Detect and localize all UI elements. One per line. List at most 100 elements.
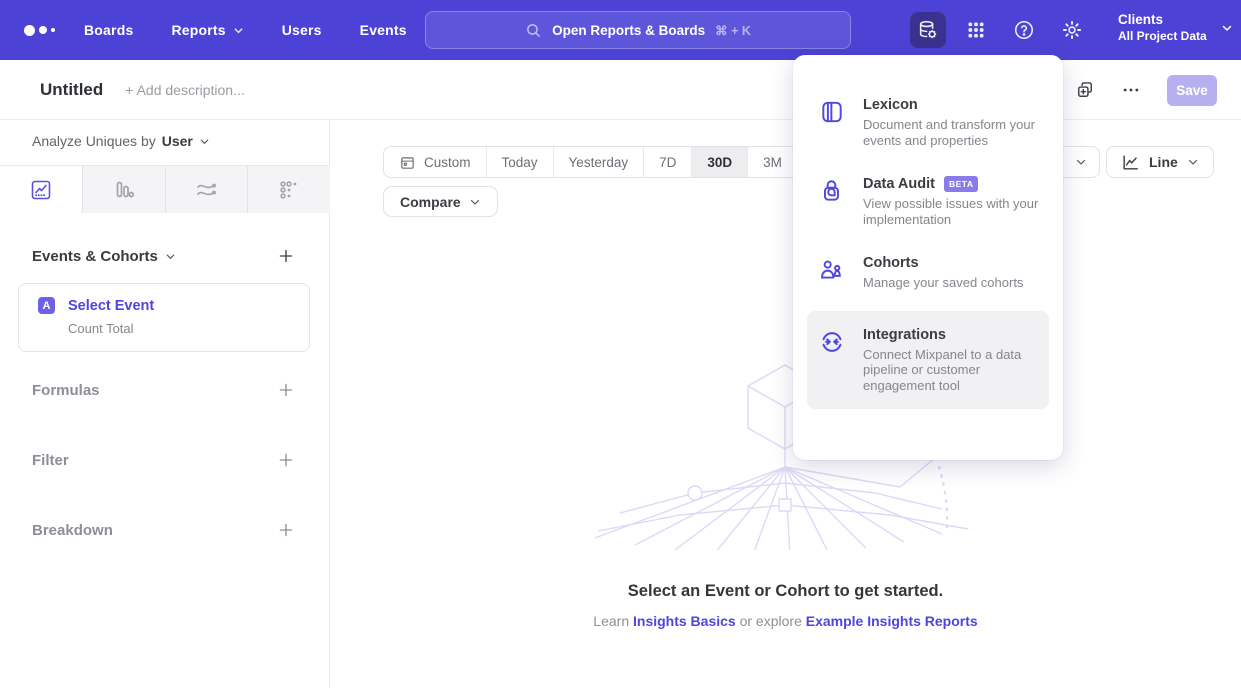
beta-badge: BETA xyxy=(944,176,979,192)
chevron-down-icon xyxy=(233,25,244,36)
cohorts-icon xyxy=(819,257,845,283)
top-navbar: Boards Reports Users Events Open Reports… xyxy=(0,0,1241,60)
menu-item-integrations[interactable]: Integrations Connect Mixpanel to a data … xyxy=(807,311,1049,410)
analyze-value[interactable]: User xyxy=(162,133,193,149)
menu-item-data-audit[interactable]: Data Audit BETA View possible issues wit… xyxy=(793,162,1063,241)
search-icon xyxy=(525,22,542,39)
mixpanel-logo[interactable] xyxy=(24,25,70,36)
date-range-7d[interactable]: 7D xyxy=(644,147,692,177)
gear-icon xyxy=(1061,19,1083,41)
date-range-30d[interactable]: 30D xyxy=(692,147,748,177)
events-cohorts-section: Events & Cohorts xyxy=(32,247,295,265)
menu-item-title: Lexicon xyxy=(863,97,918,113)
chevron-down-icon xyxy=(165,251,176,262)
chevron-down-icon xyxy=(469,196,481,208)
nav-item-users[interactable]: Users xyxy=(282,22,322,38)
event-card[interactable]: A Select Event Count Total xyxy=(18,283,310,352)
menu-item-title: Cohorts xyxy=(863,255,919,271)
example-insights-reports-link[interactable]: Example Insights Reports xyxy=(806,613,978,629)
breakdown-section: Breakdown xyxy=(32,521,295,539)
viz-tab-flow[interactable] xyxy=(166,166,249,213)
help-icon xyxy=(1013,19,1035,41)
apps-grid-icon xyxy=(966,20,986,40)
apps-grid-button[interactable] xyxy=(958,12,994,48)
calendar-icon xyxy=(399,154,416,171)
breakdown-label: Breakdown xyxy=(32,522,113,539)
add-filter-button[interactable] xyxy=(277,451,295,469)
chevron-down-icon xyxy=(1221,22,1233,34)
save-button[interactable]: Save xyxy=(1167,75,1217,106)
report-description-placeholder[interactable]: + Add description... xyxy=(125,82,244,98)
chevron-down-icon xyxy=(1075,156,1087,168)
viz-tab-grid-dots[interactable] xyxy=(248,166,330,213)
nav-item-reports[interactable]: Reports xyxy=(171,22,243,38)
nav-item-label: Users xyxy=(282,22,322,38)
date-range-3m[interactable]: 3M xyxy=(748,147,798,177)
menu-item-description: Manage your saved cohorts xyxy=(863,275,1041,291)
plus-icon xyxy=(277,521,295,539)
nav-item-boards[interactable]: Boards xyxy=(84,22,133,38)
flow-icon xyxy=(194,178,218,202)
integrations-icon xyxy=(819,329,845,355)
select-event-label[interactable]: Select Event xyxy=(68,298,154,314)
insights-basics-link[interactable]: Insights Basics xyxy=(633,613,736,629)
add-breakdown-button[interactable] xyxy=(277,521,295,539)
formulas-label: Formulas xyxy=(32,382,100,399)
nav-item-label: Boards xyxy=(84,22,133,38)
lexicon-icon xyxy=(819,99,845,125)
compare-button[interactable]: Compare xyxy=(383,186,498,217)
data-management-menu: Lexicon Document and transform your even… xyxy=(793,55,1063,460)
viz-tab-bar-chart[interactable] xyxy=(83,166,166,213)
grid-dots-icon xyxy=(277,178,301,202)
primary-nav: Boards Reports Users Events xyxy=(84,22,407,38)
chevron-down-icon xyxy=(199,136,210,147)
line-chart-type-icon xyxy=(1121,153,1140,172)
chart-type-button[interactable]: Line xyxy=(1106,146,1214,178)
copy-plus-icon xyxy=(1075,80,1095,100)
empty-state-links: Learn Insights Basics or explore Example… xyxy=(330,613,1241,629)
analyze-prefix: Analyze Uniques by xyxy=(32,133,156,149)
formulas-section: Formulas xyxy=(32,381,295,399)
date-range-control: Custom Today Yesterday 7D 30D 3M 6M xyxy=(383,146,848,178)
menu-item-title: Data Audit xyxy=(863,176,935,192)
nav-item-events[interactable]: Events xyxy=(360,22,407,38)
global-search[interactable]: Open Reports & Boards ⌘ + K xyxy=(425,11,851,49)
add-event-button[interactable] xyxy=(277,247,295,265)
data-management-button[interactable] xyxy=(910,12,946,48)
date-range-yesterday[interactable]: Yesterday xyxy=(554,147,645,177)
menu-item-title: Integrations xyxy=(863,327,946,343)
logo-dot xyxy=(24,25,35,36)
empty-state-title: Select an Event or Cohort to get started… xyxy=(330,582,1241,601)
plus-icon xyxy=(277,381,295,399)
more-options-button[interactable] xyxy=(1121,80,1141,100)
mixpanel-insights-app: Boards Reports Users Events Open Reports… xyxy=(0,0,1241,688)
visualization-tabs xyxy=(0,165,330,213)
date-range-custom[interactable]: Custom xyxy=(384,147,487,177)
menu-item-cohorts[interactable]: Cohorts Manage your saved cohorts xyxy=(793,241,1063,305)
search-shortcut: ⌘ + K xyxy=(715,23,751,38)
project-name: Clients xyxy=(1118,11,1207,28)
help-button[interactable] xyxy=(1006,12,1042,48)
date-range-today[interactable]: Today xyxy=(487,147,554,177)
main-content: Custom Today Yesterday 7D 30D 3M 6M Comp… xyxy=(330,120,1241,688)
viz-tab-line-chart[interactable] xyxy=(0,166,83,213)
menu-item-lexicon[interactable]: Lexicon Document and transform your even… xyxy=(793,83,1063,162)
project-selector[interactable]: Clients All Project Data xyxy=(1118,11,1233,44)
duplicate-report-button[interactable] xyxy=(1075,80,1095,100)
event-aggregation[interactable]: Count Total xyxy=(68,321,309,336)
report-title[interactable]: Untitled xyxy=(40,80,103,100)
ellipsis-icon xyxy=(1121,80,1141,100)
events-cohorts-label[interactable]: Events & Cohorts xyxy=(32,248,176,265)
logo-dot xyxy=(51,28,55,32)
database-gear-icon xyxy=(917,19,939,41)
filter-section: Filter xyxy=(32,451,295,469)
plus-icon xyxy=(277,451,295,469)
bar-chart-icon xyxy=(112,178,136,202)
settings-button[interactable] xyxy=(1054,12,1090,48)
nav-item-label: Reports xyxy=(171,22,225,38)
add-formula-button[interactable] xyxy=(277,381,295,399)
plus-icon xyxy=(277,247,295,265)
nav-item-label: Events xyxy=(360,22,407,38)
analyze-dropdown[interactable] xyxy=(199,136,210,147)
event-letter-badge: A xyxy=(38,297,55,314)
